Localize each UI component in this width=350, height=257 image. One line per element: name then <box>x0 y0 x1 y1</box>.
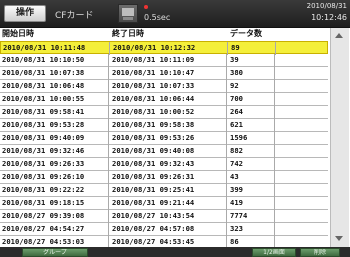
sampling-interval: 0.5sec <box>144 13 171 22</box>
group-button[interactable]: グループ <box>22 248 88 257</box>
delete-button[interactable]: 削除 <box>300 248 340 257</box>
table-row[interactable]: 2010/08/31 10:10:50 2010/08/31 10:11:09 39 <box>0 54 328 67</box>
table-row[interactable]: 2010/08/31 10:07:38 2010/08/31 10:10:47 38… <box>0 67 328 80</box>
data-count-cell: 264 <box>230 106 275 119</box>
start-time-cell: 2010/08/31 10:00:55 <box>2 93 109 106</box>
data-count-cell: 7774 <box>230 210 275 223</box>
end-time-cell: 2010/08/31 09:21:44 <box>112 197 227 210</box>
header-data-count: データ数 <box>230 29 262 38</box>
end-time-cell: 2010/08/31 09:40:08 <box>112 145 227 158</box>
start-time-cell: 2010/08/27 04:53:03 <box>2 236 109 247</box>
table-rows: 2010/08/31 10:11:48 2010/08/31 10:12:32 89… <box>0 41 328 247</box>
end-time-cell: 2010/08/27 04:53:45 <box>112 236 227 247</box>
data-count-cell: 43 <box>230 171 275 184</box>
start-time-cell: 2010/08/31 09:40:09 <box>2 132 109 145</box>
memory-card-icon <box>118 4 138 23</box>
source-label: CFカード <box>55 11 94 21</box>
start-time-cell: 2010/08/27 09:39:08 <box>2 210 109 223</box>
start-time-cell: 2010/08/31 10:06:48 <box>2 80 109 93</box>
table-row[interactable]: 2010/08/31 10:06:48 2010/08/31 10:07:33 92 <box>0 80 328 93</box>
data-count-cell: 39 <box>230 54 275 67</box>
table-row[interactable]: 2010/08/31 10:00:55 2010/08/31 10:06:44 70… <box>0 93 328 106</box>
start-time-cell: 2010/08/31 09:22:22 <box>2 184 109 197</box>
start-time-cell: 2010/08/31 09:18:15 <box>2 197 109 210</box>
start-time-cell: 2010/08/31 09:26:33 <box>2 158 109 171</box>
table-row[interactable]: 2010/08/27 09:39:08 2010/08/27 10:43:54 77… <box>0 210 328 223</box>
end-time-cell: 2010/08/31 10:11:09 <box>112 54 227 67</box>
end-time-cell: 2010/08/31 09:32:43 <box>112 158 227 171</box>
table-row[interactable]: 2010/08/31 09:58:41 2010/08/31 10:00:52 26… <box>0 106 328 119</box>
bottom-button-bar: グループ 1/2画面 削除 <box>0 247 350 257</box>
vertical-scrollbar[interactable] <box>330 28 349 247</box>
table-row[interactable]: 2010/08/27 04:54:27 2010/08/27 04:57:08 32… <box>0 223 328 236</box>
header-end-time: 終了日時 <box>112 29 144 38</box>
data-count-cell: 380 <box>230 67 275 80</box>
end-time-cell: 2010/08/31 10:00:52 <box>112 106 227 119</box>
current-time: 10:12:46 <box>311 13 347 22</box>
data-count-cell: 882 <box>230 145 275 158</box>
table-row[interactable]: 2010/08/31 09:22:22 2010/08/31 09:25:41 39… <box>0 184 328 197</box>
data-count-cell: 742 <box>230 158 275 171</box>
data-count-cell: 92 <box>230 80 275 93</box>
data-count-cell: 323 <box>230 223 275 236</box>
file-list-table: 開始日時 終了日時 データ数 2010/08/31 10:11:48 2010/0… <box>0 28 328 247</box>
data-count-cell: 419 <box>230 197 275 210</box>
data-count-cell: 700 <box>230 93 275 106</box>
data-count-cell: 86 <box>230 236 275 247</box>
table-row[interactable]: 2010/08/31 09:40:09 2010/08/31 09:53:26 15… <box>0 132 328 145</box>
start-time-cell: 2010/08/27 04:54:27 <box>2 223 109 236</box>
end-time-cell: 2010/08/31 10:10:47 <box>112 67 227 80</box>
header-start-time: 開始日時 <box>2 29 34 38</box>
table-row[interactable]: 2010/08/31 09:53:28 2010/08/31 09:58:38 62… <box>0 119 328 132</box>
table-row[interactable]: 2010/08/31 09:32:46 2010/08/31 09:40:08 88… <box>0 145 328 158</box>
end-time-cell: 2010/08/31 09:26:31 <box>112 171 227 184</box>
start-time-cell: 2010/08/31 09:58:41 <box>2 106 109 119</box>
table-row[interactable]: 2010/08/27 04:53:03 2010/08/27 04:53:45 86 <box>0 236 328 247</box>
top-status-bar: 操作 CFカード 0.5sec 2010/08/31 10:12:46 <box>0 0 350 28</box>
half-screen-button[interactable]: 1/2画面 <box>252 248 296 257</box>
end-time-cell: 2010/08/27 04:57:08 <box>112 223 227 236</box>
current-date: 2010/08/31 <box>306 2 347 10</box>
data-count-cell: 621 <box>230 119 275 132</box>
data-count-cell: 399 <box>230 184 275 197</box>
end-time-cell: 2010/08/31 09:58:38 <box>112 119 227 132</box>
start-time-cell: 2010/08/31 09:53:28 <box>2 119 109 132</box>
table-row[interactable]: 2010/08/31 10:11:48 2010/08/31 10:12:32 89 <box>0 41 328 55</box>
end-time-cell: 2010/08/31 09:53:26 <box>112 132 227 145</box>
data-count-cell: 1596 <box>230 132 275 145</box>
table-row[interactable]: 2010/08/31 09:26:33 2010/08/31 09:32:43 74… <box>0 158 328 171</box>
end-time-cell: 2010/08/27 10:43:54 <box>112 210 227 223</box>
start-time-cell: 2010/08/31 09:32:46 <box>2 145 109 158</box>
table-row[interactable]: 2010/08/31 09:26:10 2010/08/31 09:26:31 43 <box>0 171 328 184</box>
status-indicator-icon <box>144 5 148 9</box>
start-time-cell: 2010/08/31 10:10:50 <box>2 54 109 67</box>
table-header: 開始日時 終了日時 データ数 <box>0 28 328 40</box>
start-time-cell: 2010/08/31 10:07:38 <box>2 67 109 80</box>
table-row[interactable]: 2010/08/31 09:18:15 2010/08/31 09:21:44 41… <box>0 197 328 210</box>
end-time-cell: 2010/08/31 10:06:44 <box>112 93 227 106</box>
operation-button[interactable]: 操作 <box>4 5 46 22</box>
end-time-cell: 2010/08/31 09:25:41 <box>112 184 227 197</box>
start-time-cell: 2010/08/31 09:26:10 <box>2 171 109 184</box>
scroll-down-arrow-icon[interactable] <box>335 236 343 241</box>
screen: 操作 CFカード 0.5sec 2010/08/31 10:12:46 開始日時… <box>0 0 350 257</box>
scroll-up-arrow-icon[interactable] <box>335 33 343 38</box>
end-time-cell: 2010/08/31 10:07:33 <box>112 80 227 93</box>
